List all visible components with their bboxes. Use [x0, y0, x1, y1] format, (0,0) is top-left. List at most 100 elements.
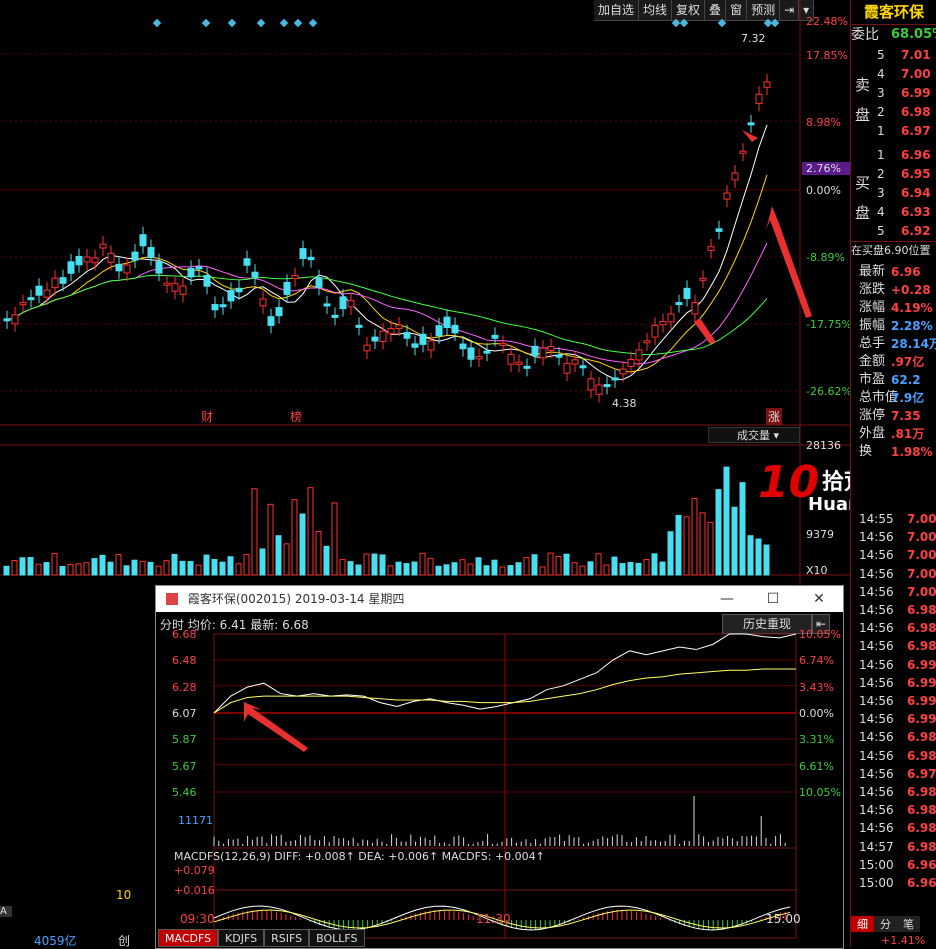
tab-kdjfs[interactable]: KDJFS [218, 929, 265, 947]
volume-indicator-select[interactable]: 成交量 ▾ [708, 427, 800, 443]
volume-bar [35, 563, 42, 576]
tick-time: 14:56 [859, 785, 894, 799]
candle-body [571, 359, 579, 365]
volume-bar [291, 499, 298, 576]
popup-title: 霞客环保(002015) 2019-03-14 星期四 [187, 592, 405, 606]
pct-tick: 3.31% [799, 733, 834, 747]
annotation-arrow [742, 130, 758, 142]
candle-body [499, 342, 507, 346]
tick-row: 14:56 6.98 [851, 747, 936, 765]
volume-bar [475, 557, 482, 576]
ask-price: 6.97 [901, 124, 931, 138]
maximize-button[interactable]: ☐ [750, 586, 796, 612]
tab-trade[interactable]: 笔 [897, 916, 920, 932]
candle-body [27, 297, 35, 301]
volume-bar [91, 558, 98, 576]
detail-tabs: 细 分 笔 [851, 916, 936, 932]
candle-body [691, 302, 699, 315]
candle-body [507, 353, 515, 365]
event-diamond [256, 18, 266, 28]
candle-body [411, 343, 419, 348]
tab-rsifs[interactable]: RSIFS [264, 929, 310, 947]
candle-body [203, 274, 211, 287]
tab-detail[interactable]: 细 [851, 916, 874, 932]
price-tick: 5.87 [172, 733, 197, 747]
tick-time: 14:56 [859, 766, 894, 781]
candle-body [187, 267, 195, 278]
pct-label-2: 17.85% [806, 49, 848, 62]
candle-body [387, 328, 395, 335]
tick-price: 7.00 [907, 512, 936, 526]
volume-bar [699, 512, 706, 576]
event-label-rise[interactable]: 涨 [766, 408, 783, 425]
volume-bar [251, 488, 258, 576]
bid-level: 1 [877, 148, 885, 162]
candle-body [563, 362, 571, 374]
quote-value: +0.28 [891, 283, 931, 297]
volume-bar [67, 563, 74, 576]
tick-time: 14:56 [859, 821, 894, 836]
volume-bar [427, 557, 434, 576]
candle-body [355, 324, 363, 328]
weibi-value: 68.05% [891, 27, 936, 42]
quote-key: 涨跌 [859, 282, 886, 297]
tick-price: 6.99 [907, 694, 936, 708]
quote-value: 62.2 [891, 373, 921, 387]
candle-body [323, 303, 331, 307]
candle-body [763, 81, 771, 88]
tab-minute[interactable]: 分 [874, 916, 897, 932]
volume-unit: X10 [806, 564, 828, 577]
pct-label-zero: 0.00% [806, 184, 841, 197]
tab-bollfs[interactable]: BOLLFS [309, 929, 365, 947]
tick-row: 14:56 6.99 [851, 692, 936, 710]
tick-row: 14:56 6.98 [851, 637, 936, 655]
x-tick-close: 15:00 [766, 912, 801, 926]
tick-time: 14:56 [859, 548, 894, 563]
minimize-button[interactable]: — [704, 586, 750, 612]
bid-price: 6.92 [901, 224, 931, 238]
volume-bar [27, 557, 34, 576]
tick-price: 6.98 [907, 821, 936, 836]
tick-row: 14:57 6.98 [851, 838, 936, 856]
tick-time: 15:00 [859, 876, 894, 890]
volume-bar [163, 560, 170, 576]
macd-formula: MACDFS(12,26,9) DIFF: +0.008↑ DEA: +0.00… [174, 850, 545, 863]
ask-row: 3 6.99 [851, 84, 936, 102]
tick-price: 6.98 [907, 839, 936, 854]
ask-level: 2 [877, 105, 885, 119]
close-button[interactable]: ✕ [796, 586, 842, 612]
tick-price: 7.00 [907, 584, 936, 599]
pct-tick: 3.43% [799, 680, 834, 694]
tick-price: 6.96 [907, 876, 936, 890]
tick-row: 14:55 7.00 [851, 510, 936, 528]
volume-bar [75, 563, 82, 576]
candle-body [115, 263, 123, 272]
low-price-label: 4.38 [612, 397, 637, 410]
tick-price: 6.98 [907, 785, 936, 799]
bid-row: 5 6.92 [851, 222, 936, 240]
candle-body [371, 336, 379, 342]
tick-price: 6.98 [907, 621, 936, 636]
volume-bar [539, 566, 546, 576]
candle-body [435, 325, 443, 337]
tick-row: 14:56 6.99 [851, 674, 936, 692]
event-label-rank[interactable]: 榜 [290, 408, 302, 425]
candle-body [307, 256, 315, 261]
indicator-tabs: MACDFS KDJFS RSIFS BOLLFS [158, 929, 365, 947]
intraday-popup[interactable]: 霞客环保(002015) 2019-03-14 星期四 — ☐ ✕ 分时 均价:… [155, 585, 844, 949]
candle-body [451, 324, 459, 334]
candle-body [227, 289, 235, 302]
quote-value: 6.96 [891, 265, 921, 279]
candle-body [259, 298, 267, 307]
tick-time: 14:56 [859, 730, 894, 745]
tab-macdfs[interactable]: MACDFS [158, 929, 219, 947]
volume-bar [331, 502, 338, 576]
volume-bar [691, 498, 698, 576]
chuang-label: 创 [118, 934, 131, 948]
quote-key: 涨停 [859, 408, 886, 423]
volume-bar [595, 553, 602, 576]
pct-tick: 6.61% [799, 759, 834, 773]
event-label-fin[interactable]: 财 [201, 408, 213, 425]
candle-body [347, 300, 355, 308]
event-diamond [308, 18, 318, 28]
